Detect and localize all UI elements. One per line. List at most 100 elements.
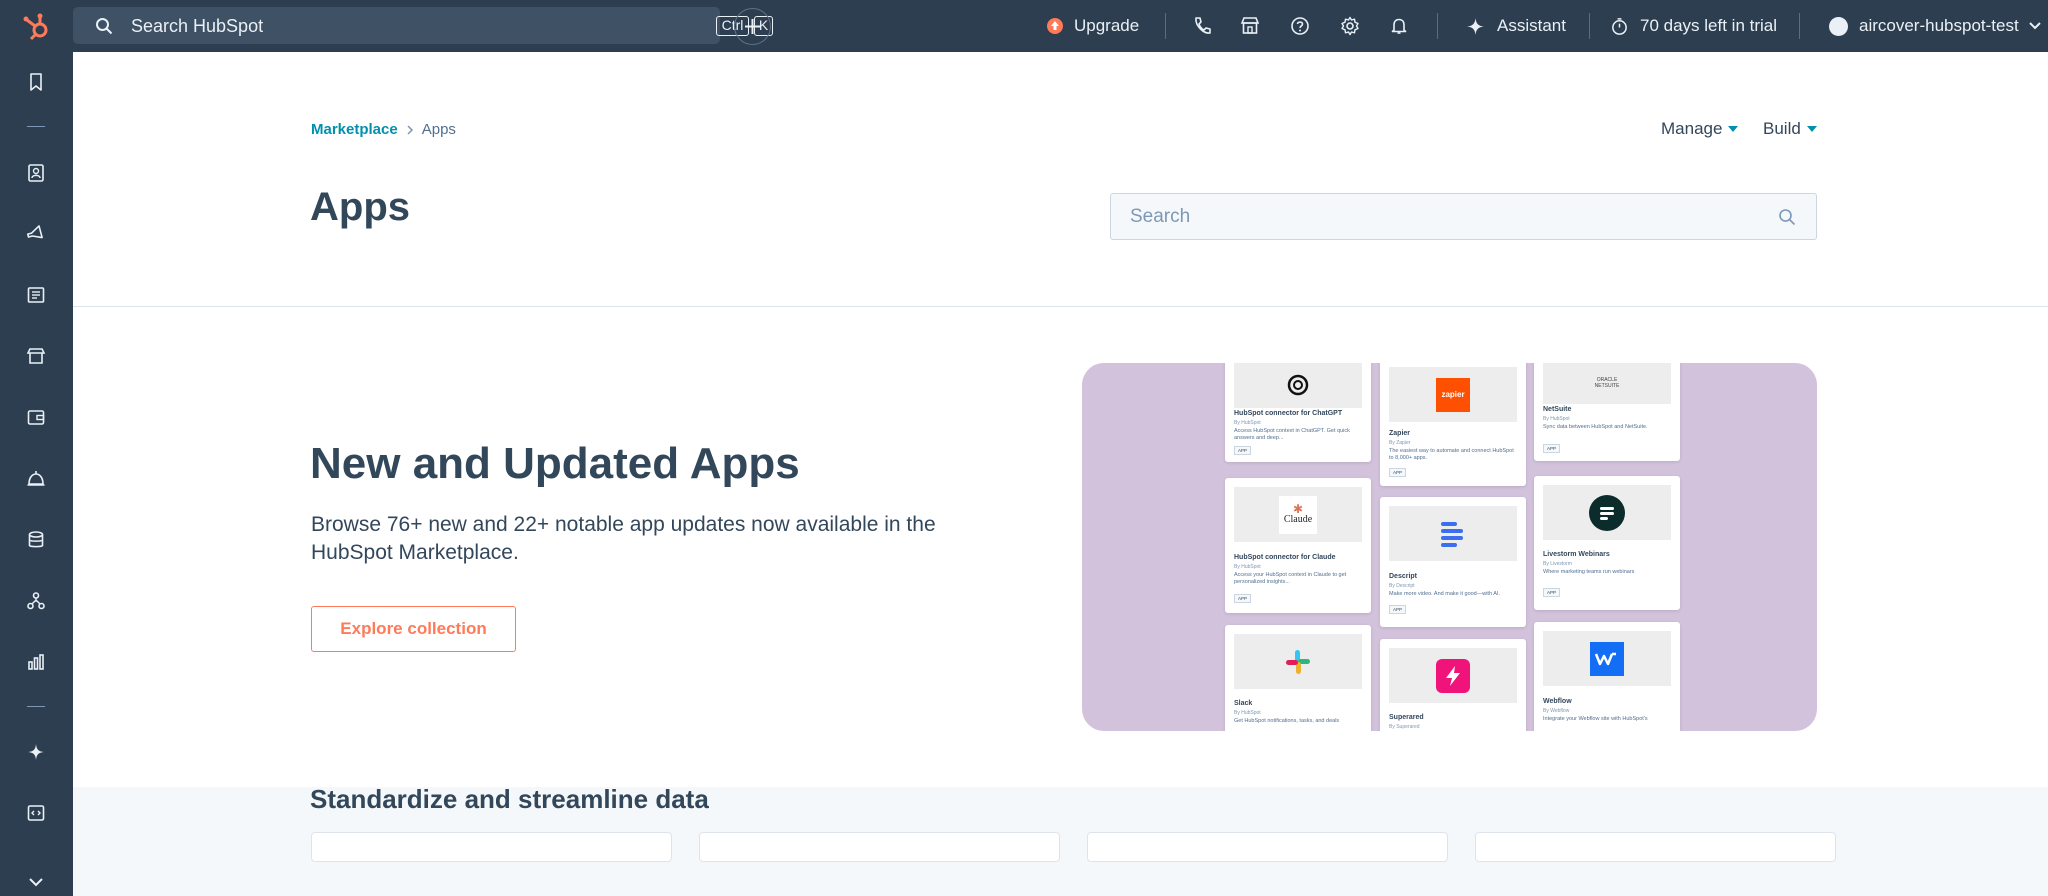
contacts-icon[interactable] (26, 163, 46, 183)
upgrade-button[interactable]: Upgrade (1046, 0, 1139, 52)
megaphone-icon[interactable] (26, 224, 46, 244)
search-icon[interactable] (1778, 208, 1796, 226)
search-icon (96, 18, 113, 35)
app-card: ✱ Claude HubSpot connector for Claude By… (1225, 478, 1371, 613)
manage-dropdown[interactable]: Manage (1661, 119, 1739, 139)
manage-label: Manage (1661, 119, 1723, 138)
bell-icon[interactable] (1389, 16, 1409, 36)
build-label: Build (1763, 119, 1801, 138)
app-card-name: NetSuite (1543, 406, 1572, 413)
app-card-name: HubSpot connector for ChatGPT (1234, 410, 1343, 417)
trial-label: 70 days left in trial (1640, 16, 1778, 35)
create-new-button[interactable] (734, 8, 771, 45)
breadcrumb: Marketplace Apps (311, 121, 456, 138)
global-search-input[interactable]: Search HubSpot Ctrl K (73, 7, 773, 44)
top-navigation: Search HubSpot Ctrl K Upgrade Assistant … (0, 0, 2048, 52)
app-card-tag: APP (1389, 605, 1407, 614)
app-card-name: Descript (1389, 573, 1418, 580)
assistant-label: Assistant (1497, 16, 1566, 35)
app-card-by: By Livestorm (1543, 561, 1572, 567)
slack-logo-icon (1234, 634, 1362, 689)
main-content: Marketplace Apps Manage Build Apps New a… (73, 52, 2048, 896)
app-card-desc: Access HubSpot context in ChatGPT. Get q… (1234, 428, 1350, 441)
app-card-desc: Get HubSpot notifications, tasks, and de… (1234, 718, 1340, 724)
left-sidebar (0, 52, 73, 896)
trial-status[interactable]: 70 days left in trial (1610, 0, 1777, 52)
app-card-desc: Where marketing teams run webinars (1543, 569, 1635, 575)
webflow-logo-icon (1543, 631, 1671, 686)
claude-logo-text: Claude (1283, 514, 1313, 525)
app-card-by: By HubSpot (1234, 564, 1261, 570)
bookmark-icon[interactable] (26, 72, 46, 92)
app-card: zapier Zapier By Zapier The easiest way … (1380, 363, 1526, 486)
collection-card[interactable] (699, 832, 1060, 862)
service-icon[interactable] (26, 469, 46, 489)
chevron-down-icon (2028, 22, 2041, 30)
collection-card[interactable] (311, 832, 672, 862)
workflows-icon[interactable] (26, 591, 46, 611)
app-card-name: Slack (1234, 700, 1253, 707)
app-card: Slack By HubSpot Get HubSpot notificatio… (1225, 625, 1371, 731)
app-card-name: HubSpot connector for Claude (1234, 554, 1336, 561)
openai-logo-icon (1234, 363, 1362, 408)
app-card-name: Superared (1389, 714, 1424, 721)
app-card-by: By HubSpot (1234, 420, 1261, 426)
app-card: Superared By Superared (1380, 639, 1526, 731)
hero-title: New and Updated Apps (310, 439, 800, 488)
app-card-desc: Access your HubSpot context in Claude to… (1234, 572, 1347, 585)
hubspot-logo-icon[interactable] (21, 11, 53, 43)
avatar (1829, 16, 1848, 36)
plus-icon (745, 19, 760, 34)
zapier-logo-text: zapier (1441, 390, 1465, 399)
phone-icon[interactable] (1192, 16, 1212, 36)
app-card-by: By Descript (1389, 583, 1415, 589)
stopwatch-icon (1612, 17, 1627, 35)
breadcrumb-current: Apps (421, 121, 456, 138)
upgrade-label: Upgrade (1074, 16, 1140, 35)
caret-down-icon (1728, 126, 1739, 132)
descript-logo-icon (1389, 506, 1517, 561)
help-icon[interactable] (1290, 16, 1310, 36)
collection-card[interactable] (1475, 832, 1836, 862)
app-card-tag: APP (1389, 468, 1407, 477)
app-card: Livestorm Webinars By Livestorm Where ma… (1534, 476, 1680, 610)
build-dropdown[interactable]: Build (1763, 119, 1817, 139)
app-card-by: By Webflow (1543, 708, 1570, 714)
marketplace-icon[interactable] (1240, 16, 1260, 36)
assistant-button[interactable]: Assistant (1466, 0, 1566, 52)
app-card: HubSpot connector for ChatGPT By HubSpot… (1225, 363, 1371, 462)
collection-card[interactable] (1087, 832, 1448, 862)
global-search-placeholder: Search HubSpot (131, 16, 264, 36)
claude-logo-icon: ✱ Claude (1234, 487, 1362, 542)
app-card-tag: APP (1234, 594, 1252, 603)
expand-chevron-icon[interactable] (26, 872, 46, 892)
upgrade-icon (1047, 18, 1063, 34)
app-card-desc: Make more video. And make it good—with A… (1389, 591, 1500, 597)
reports-icon[interactable] (26, 652, 46, 672)
app-card-name: Webflow (1543, 698, 1572, 705)
app-card-name: Zapier (1389, 430, 1411, 437)
hero-description: Browse 76+ new and 22+ notable app updat… (311, 513, 936, 564)
app-card-tag: APP (1234, 446, 1252, 455)
app-card-desc: The easiest way to automate and connect … (1389, 448, 1514, 461)
breeze-ai-icon[interactable] (26, 742, 46, 762)
app-card-desc: Integrate your Webflow site with HubSpot… (1543, 716, 1648, 722)
wallet-icon[interactable] (26, 407, 46, 427)
gear-icon[interactable] (1340, 16, 1360, 36)
app-card-tag: APP (1543, 444, 1561, 453)
section-title: Standardize and streamline data (310, 784, 709, 814)
developer-code-icon[interactable] (26, 803, 46, 823)
account-menu[interactable]: aircover-hubspot-test (1829, 0, 2041, 52)
database-icon[interactable] (26, 530, 46, 550)
livestorm-logo-icon (1543, 485, 1671, 540)
breadcrumb-marketplace-link[interactable]: Marketplace (311, 121, 398, 138)
explore-collection-button[interactable]: Explore collection (311, 606, 516, 652)
account-name: aircover-hubspot-test (1859, 16, 2019, 35)
commerce-icon[interactable] (26, 346, 46, 366)
apps-search-field (1110, 193, 1817, 240)
app-card-by: By HubSpot (1543, 416, 1570, 422)
app-card-by: By HubSpot (1234, 710, 1261, 716)
apps-search-input[interactable] (1111, 194, 1816, 239)
page-title: Apps (310, 185, 410, 229)
content-icon[interactable] (26, 285, 46, 305)
